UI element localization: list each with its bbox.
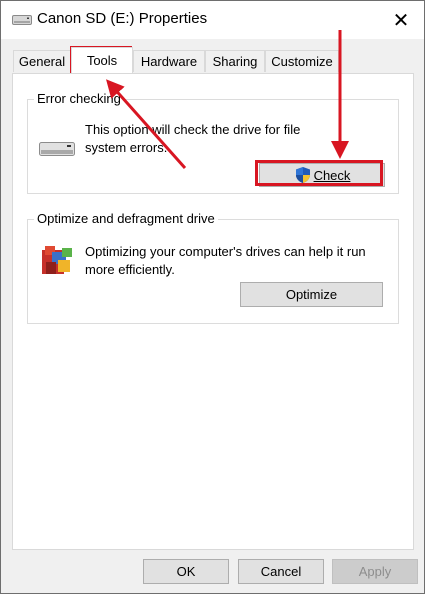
annotation-arrows: [106, 30, 349, 169]
tab-label: Tools: [86, 53, 118, 68]
tab-tools[interactable]: Tools: [71, 47, 133, 73]
arrow-to-tools-tab: [106, 79, 187, 169]
